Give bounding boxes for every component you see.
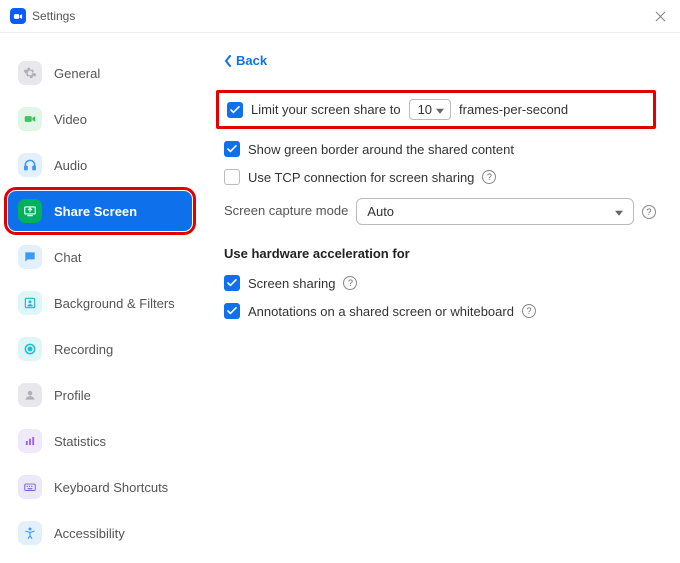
sidebar-item-label: General <box>54 66 100 81</box>
sidebar-item-label: Share Screen <box>54 204 137 219</box>
capture-mode-select[interactable]: Auto <box>356 198 634 225</box>
sidebar-item-label: Profile <box>54 388 91 403</box>
background-icon <box>18 291 42 315</box>
help-icon[interactable]: ? <box>482 170 496 184</box>
green-border-row: Show green border around the shared cont… <box>224 141 656 157</box>
accessibility-icon <box>18 521 42 545</box>
sidebar-item-label: Chat <box>54 250 81 265</box>
hw-screen-share-row: Screen sharing ? <box>224 275 656 291</box>
hw-annotations-label: Annotations on a shared screen or whiteb… <box>248 304 514 319</box>
green-border-label: Show green border around the shared cont… <box>248 142 514 157</box>
sidebar-item-share-screen[interactable]: Share Screen <box>8 191 192 231</box>
green-border-checkbox[interactable] <box>224 141 240 157</box>
limit-fps-label-after: frames-per-second <box>459 102 568 117</box>
tcp-row: Use TCP connection for screen sharing ? <box>224 169 656 185</box>
sidebar-item-label: Keyboard Shortcuts <box>54 480 168 495</box>
capture-mode-label: Screen capture mode <box>224 203 348 218</box>
app-icon <box>10 8 26 24</box>
sidebar-item-audio[interactable]: Audio <box>8 145 192 185</box>
hw-accel-header: Use hardware acceleration for <box>224 246 656 261</box>
statistics-icon <box>18 429 42 453</box>
sidebar-item-accessibility[interactable]: Accessibility <box>8 513 192 553</box>
limit-fps-label-before: Limit your screen share to <box>251 102 401 117</box>
gear-icon <box>18 61 42 85</box>
tcp-label: Use TCP connection for screen sharing <box>248 170 474 185</box>
help-icon[interactable]: ? <box>642 205 656 219</box>
titlebar: Settings <box>0 0 680 33</box>
profile-icon <box>18 383 42 407</box>
help-icon[interactable]: ? <box>522 304 536 318</box>
sidebar-item-label: Recording <box>54 342 113 357</box>
fps-value: 10 <box>418 102 432 117</box>
container: General Video Audio Share Screen Chat <box>0 33 680 563</box>
hw-annotations-checkbox[interactable] <box>224 303 240 319</box>
capture-mode-row: Screen capture mode Auto ? <box>224 197 656 226</box>
back-label: Back <box>236 53 267 68</box>
sidebar-item-label: Audio <box>54 158 87 173</box>
tcp-checkbox[interactable] <box>224 169 240 185</box>
sidebar-item-general[interactable]: General <box>8 53 192 93</box>
help-icon[interactable]: ? <box>343 276 357 290</box>
sidebar-item-background[interactable]: Background & Filters <box>8 283 192 323</box>
chevron-left-icon <box>224 55 232 67</box>
recording-icon <box>18 337 42 361</box>
sidebar-item-profile[interactable]: Profile <box>8 375 192 415</box>
limit-fps-row: Limit your screen share to 10 frames-per… <box>216 90 656 129</box>
fps-select[interactable]: 10 <box>409 99 451 120</box>
keyboard-icon <box>18 475 42 499</box>
back-link[interactable]: Back <box>224 53 267 68</box>
sidebar-item-label: Statistics <box>54 434 106 449</box>
capture-mode-value: Auto <box>367 204 394 219</box>
sidebar-item-label: Video <box>54 112 87 127</box>
limit-fps-checkbox[interactable] <box>227 102 243 118</box>
window-title: Settings <box>32 9 75 23</box>
sidebar-item-recording[interactable]: Recording <box>8 329 192 369</box>
hw-screen-share-checkbox[interactable] <box>224 275 240 291</box>
chat-icon <box>18 245 42 269</box>
sidebar: General Video Audio Share Screen Chat <box>0 33 200 563</box>
sidebar-item-label: Background & Filters <box>54 296 175 311</box>
video-icon <box>18 107 42 131</box>
headphones-icon <box>18 153 42 177</box>
hw-screen-share-label: Screen sharing <box>248 276 335 291</box>
titlebar-left: Settings <box>10 8 75 24</box>
sidebar-item-statistics[interactable]: Statistics <box>8 421 192 461</box>
sidebar-item-video[interactable]: Video <box>8 99 192 139</box>
sidebar-item-chat[interactable]: Chat <box>8 237 192 277</box>
sidebar-item-keyboard[interactable]: Keyboard Shortcuts <box>8 467 192 507</box>
content: Back Limit your screen share to 10 frame… <box>200 33 680 563</box>
share-screen-icon <box>18 199 42 223</box>
close-button[interactable] <box>650 6 670 26</box>
hw-annotations-row: Annotations on a shared screen or whiteb… <box>224 303 656 319</box>
sidebar-item-label: Accessibility <box>54 526 125 541</box>
